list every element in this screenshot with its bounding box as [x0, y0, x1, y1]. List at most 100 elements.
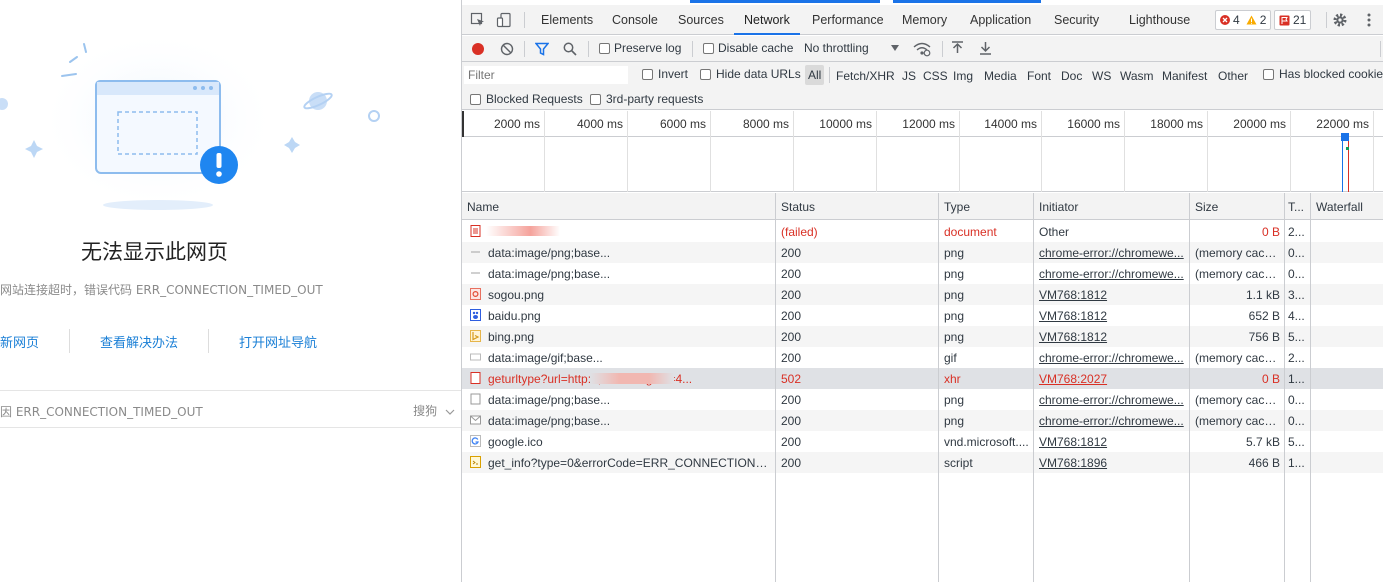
request-initiator[interactable]: VM768:1812	[1039, 330, 1185, 344]
request-time: 0...	[1288, 246, 1305, 260]
request-name: sogou.png	[488, 288, 545, 302]
column-header-status[interactable]: Status	[781, 200, 815, 214]
table-row[interactable]: data:image/png;base... 200 png chrome-error…	[462, 263, 1383, 284]
filter-input[interactable]	[464, 66, 628, 84]
hide-data-urls-checkbox[interactable]: Hide data URLs	[700, 67, 801, 81]
request-initiator[interactable]: chrome-error://chromewe...	[1039, 351, 1185, 365]
table-row[interactable]: bing.png 200 png VM768:1812 756 B 5...	[462, 326, 1383, 347]
console-counts-badge[interactable]: 4 2	[1215, 10, 1272, 30]
filter-type-doc[interactable]: Doc	[1061, 69, 1082, 83]
filter-type-font[interactable]: Font	[1027, 69, 1051, 83]
table-row[interactable]: data:image/png;base... 200 png chrome-error…	[462, 410, 1383, 431]
request-time: 3...	[1288, 288, 1305, 302]
throttling-value: No throttling	[804, 41, 869, 55]
preserve-log-checkbox[interactable]: Preserve log	[599, 41, 681, 55]
request-name: data:image/gif;base...	[488, 351, 603, 365]
request-size: (memory cache)	[1195, 414, 1280, 428]
table-row[interactable]: data:image/png;base... 200 png chrome-error…	[462, 389, 1383, 410]
network-conditions-icon[interactable]	[913, 41, 931, 57]
table-row[interactable]: data:image/gif;base... 200 gif chrome-error…	[462, 347, 1383, 368]
gear-icon[interactable]	[1332, 12, 1348, 28]
checkbox-box	[642, 68, 653, 80]
column-header-time[interactable]: T...	[1288, 200, 1304, 214]
invert-checkbox[interactable]: Invert	[642, 67, 688, 81]
request-initiator[interactable]: VM768:1896	[1039, 456, 1185, 470]
has-blocked-cookies-checkbox[interactable]: Has blocked cookies	[1263, 67, 1383, 81]
checkbox-box	[470, 93, 481, 105]
table-row[interactable]: sogou.png 200 png VM768:1812 1.1 kB 3...	[462, 284, 1383, 305]
table-row[interactable]: (failed) document Other 0 B 2...	[462, 221, 1383, 242]
request-type: script	[944, 456, 973, 470]
timeline-request-bar	[1346, 147, 1349, 150]
export-har-icon[interactable]	[979, 41, 992, 55]
table-row[interactable]: get_info?type=0&errorCode=ERR_CONNECTION…	[462, 452, 1383, 473]
filter-type-manifest[interactable]: Manifest	[1162, 69, 1207, 83]
table-row[interactable]: google.ico 200 vnd.microsoft.... VM768:1812…	[462, 431, 1383, 452]
view-solution-link[interactable]: 查看解决办法	[100, 332, 178, 351]
request-initiator[interactable]: chrome-error://chromewe...	[1039, 267, 1185, 281]
search-engine-selector[interactable]: 搜狗	[413, 402, 455, 419]
column-header-initiator[interactable]: Initiator	[1039, 200, 1078, 214]
tab-application[interactable]: Application	[970, 5, 1031, 35]
filter-type-css[interactable]: CSS	[923, 69, 948, 83]
more-options-icon[interactable]	[1361, 12, 1377, 28]
tab-elements[interactable]: Elements	[541, 5, 593, 35]
table-row[interactable]: data:image/png;base... 200 png chrome-error…	[462, 242, 1383, 263]
clear-icon[interactable]	[500, 42, 514, 56]
device-toolbar-icon[interactable]	[496, 12, 512, 28]
table-row[interactable]: geturltype?url=http://, .8688/&guid=4...…	[462, 368, 1383, 389]
dropdown-triangle-icon	[890, 45, 899, 51]
third-party-requests-checkbox[interactable]: 3rd-party requests	[590, 92, 703, 106]
request-initiator[interactable]: VM768:2027	[1039, 372, 1185, 386]
filter-type-img[interactable]: Img	[953, 69, 973, 83]
column-header-name[interactable]: Name	[467, 200, 499, 214]
filter-type-all[interactable]: All	[805, 65, 825, 85]
throttling-select[interactable]: No throttling	[804, 41, 899, 55]
search-icon[interactable]	[563, 42, 577, 56]
record-icon[interactable]	[471, 42, 485, 56]
tab-sources[interactable]: Sources	[678, 5, 724, 35]
network-overview-timeline[interactable]: 2000 ms 4000 ms 6000 ms 8000 ms 10000 ms 1200…	[462, 111, 1383, 192]
request-initiator[interactable]: VM768:1812	[1039, 309, 1185, 323]
tab-network[interactable]: Network	[734, 5, 800, 35]
toolbar-divider	[588, 41, 589, 57]
request-initiator[interactable]: chrome-error://chromewe...	[1039, 393, 1185, 407]
error-title: 无法显示此网页	[81, 240, 228, 264]
new-page-link[interactable]: 新网页	[0, 332, 39, 351]
issues-badge[interactable]: 21	[1274, 10, 1312, 30]
tab-memory[interactable]: Memory	[902, 5, 947, 35]
column-header-type[interactable]: Type	[944, 200, 970, 214]
request-time: 2...	[1288, 351, 1305, 365]
blocked-requests-checkbox[interactable]: Blocked Requests	[470, 92, 583, 106]
toolbar-divider	[942, 41, 943, 57]
filter-funnel-icon[interactable]	[535, 42, 549, 56]
request-initiator[interactable]: chrome-error://chromewe...	[1039, 246, 1185, 260]
timeline-tick-label: 16000 ms	[1067, 117, 1120, 131]
request-initiator[interactable]: VM768:1812	[1039, 288, 1185, 302]
column-header-waterfall[interactable]: Waterfall	[1316, 200, 1363, 214]
timeline-tick-label: 20000 ms	[1233, 117, 1286, 131]
tab-performance[interactable]: Performance	[812, 5, 884, 35]
filter-type-wasm[interactable]: Wasm	[1120, 69, 1154, 83]
open-url-navigation-link[interactable]: 打开网址导航	[239, 332, 317, 351]
filter-type-fetch-xhr[interactable]: Fetch/XHR	[836, 69, 895, 83]
column-header-size[interactable]: Size	[1195, 200, 1218, 214]
invert-label: Invert	[658, 67, 689, 81]
filter-type-media[interactable]: Media	[984, 69, 1017, 83]
filter-type-js[interactable]: JS	[902, 69, 916, 83]
filter-type-ws[interactable]: WS	[1092, 69, 1111, 83]
disable-cache-checkbox[interactable]: Disable cache	[703, 41, 793, 55]
table-row[interactable]: baidu.png 200 png VM768:1812 652 B 4...	[462, 305, 1383, 326]
error-description: 网站连接超时，错误代码 ERR_CONNECTION_TIMED_OUT	[0, 283, 323, 297]
request-initiator[interactable]: VM768:1812	[1039, 435, 1185, 449]
tab-lighthouse[interactable]: Lighthouse	[1129, 5, 1190, 35]
tab-security[interactable]: Security	[1054, 5, 1099, 35]
request-time: 4...	[1288, 309, 1305, 323]
tab-console[interactable]: Console	[612, 5, 658, 35]
column-divider	[775, 193, 776, 582]
request-type: document	[944, 225, 997, 239]
inspect-element-icon[interactable]	[470, 12, 486, 28]
import-har-icon[interactable]	[951, 41, 964, 55]
request-initiator[interactable]: chrome-error://chromewe...	[1039, 414, 1185, 428]
filter-type-other[interactable]: Other	[1218, 69, 1248, 83]
